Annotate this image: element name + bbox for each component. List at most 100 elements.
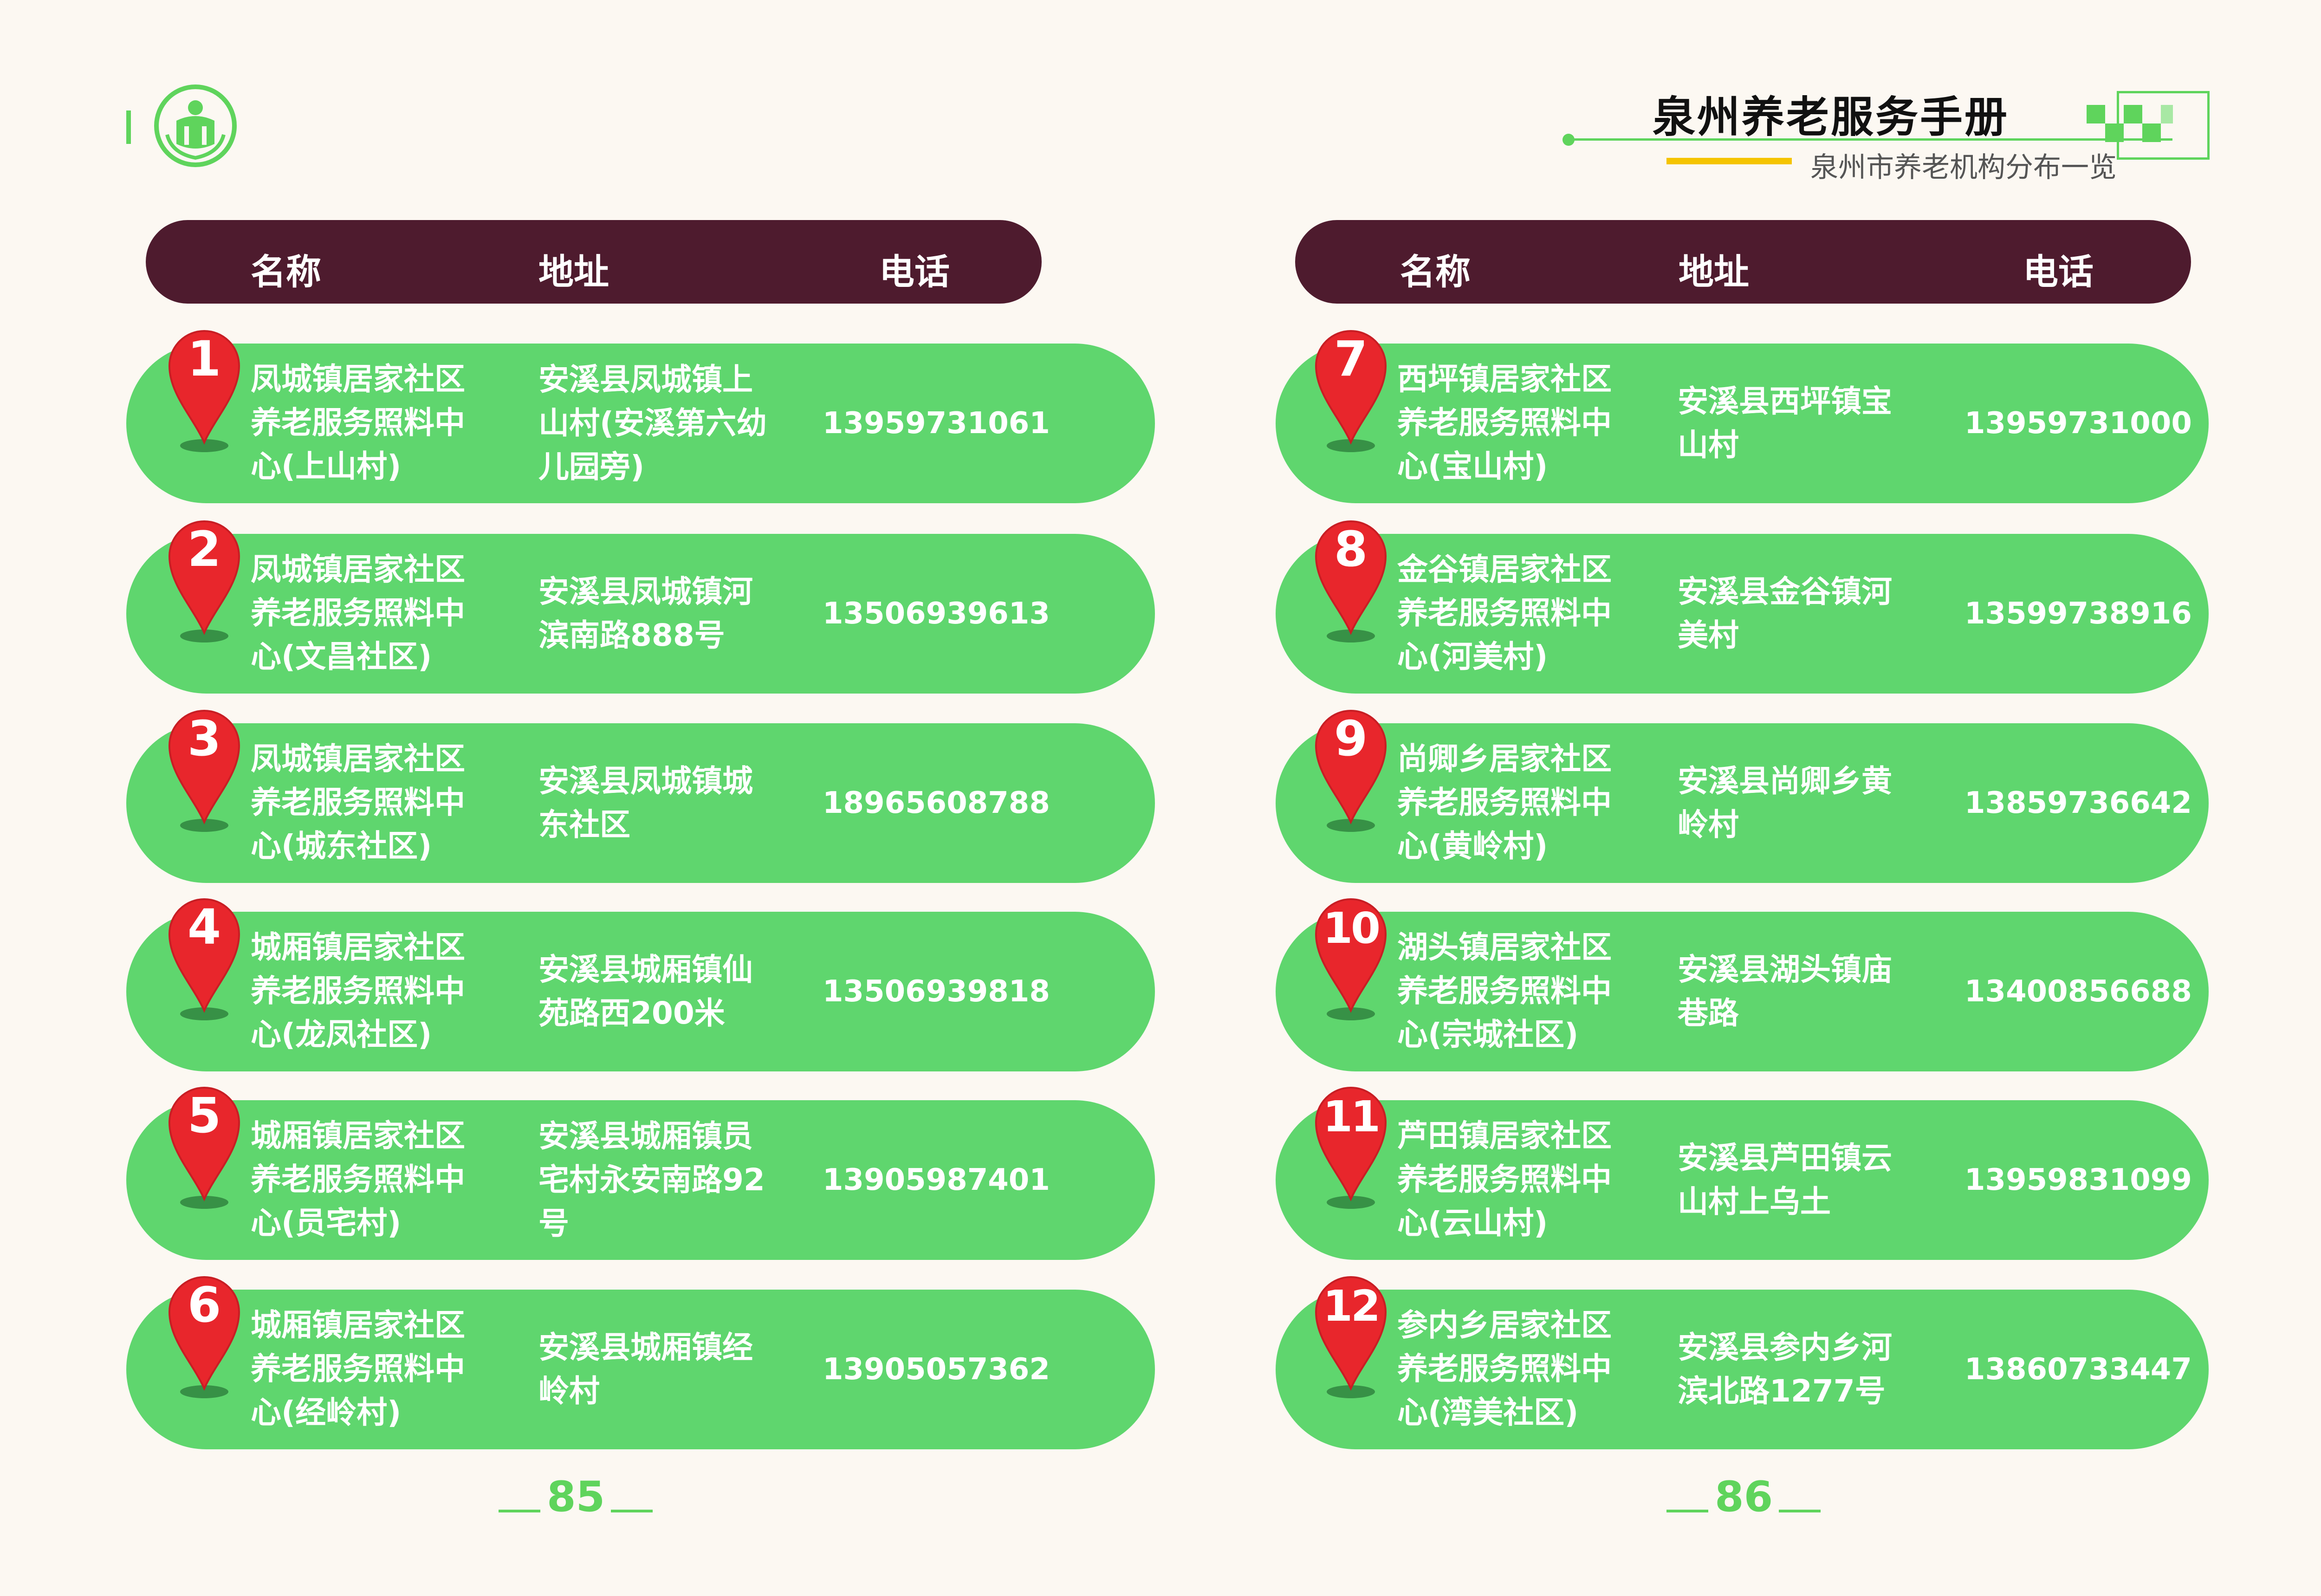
- column-phone-header: 电话: [2023, 251, 2094, 292]
- facility-phone: 13959731000: [1964, 406, 2192, 441]
- pin-number: 2: [187, 521, 221, 577]
- page-number-left: 85: [547, 1473, 605, 1521]
- facility-address-line: 儿园旁): [538, 449, 645, 485]
- pin-number: 3: [187, 710, 221, 767]
- facility-name: 芦田镇居家社区 养老服务照料中 心(云山村): [1397, 1114, 1612, 1245]
- map-pin-icon: 7: [1307, 324, 1400, 463]
- facility-address: 安溪县芦田镇云 山村上乌土: [1678, 1136, 1892, 1224]
- page-number-dash: [1666, 1510, 1708, 1512]
- facility-address-line: 山村: [1678, 427, 1739, 463]
- facility-phone: 18965608788: [823, 786, 1050, 820]
- left-table-header: 名称 地址 电话: [146, 220, 1042, 304]
- facility-name: 金谷镇居家社区 养老服务照料中 心(河美村): [1397, 548, 1612, 679]
- facility-name-line: 心(湾美社区): [1397, 1395, 1579, 1430]
- facility-name-line: 养老服务照料中: [1397, 1351, 1612, 1387]
- facility-name: 湖头镇居家社区 养老服务照料中 心(宗城社区): [1397, 926, 1612, 1057]
- facility-name: 凤城镇居家社区 养老服务照料中 心(上山村): [251, 357, 465, 488]
- facility-name-line: 养老服务照料中: [251, 595, 465, 631]
- facility-name-line: 养老服务照料中: [251, 405, 465, 441]
- column-name-header: 名称: [1400, 251, 1471, 292]
- facility-name-line: 金谷镇居家社区: [1397, 551, 1612, 587]
- facility-address-line: 滨南路888号: [538, 617, 725, 653]
- facility-phone: 13860733447: [1964, 1352, 2192, 1387]
- facility-address: 安溪县城厢镇仙 苑路西200米: [538, 948, 753, 1035]
- facility-address-line: 安溪县城厢镇仙: [538, 952, 753, 987]
- column-address-header: 地址: [538, 251, 609, 292]
- facility-name-line: 养老服务照料中: [1397, 1161, 1612, 1197]
- facility-address-line: 山村上乌土: [1678, 1184, 1831, 1220]
- map-pin-icon: 1: [160, 324, 253, 463]
- map-pin-icon: 3: [160, 704, 253, 843]
- facility-address: 安溪县参内乡河 滨北路1277号: [1678, 1326, 1892, 1413]
- title-accent-bar: [1666, 158, 1792, 164]
- facility-name-line: 养老服务照料中: [1397, 785, 1612, 820]
- facility-name: 凤城镇居家社区 养老服务照料中 心(城东社区): [251, 737, 465, 868]
- facility-address: 安溪县凤城镇城 东社区: [538, 759, 753, 847]
- facility-name-line: 养老服务照料中: [251, 973, 465, 1009]
- logo-accent-bar: [126, 110, 131, 144]
- pin-number: 5: [187, 1087, 221, 1144]
- facility-name-line: 心(宝山村): [1397, 448, 1548, 484]
- column-address-header: 地址: [1679, 251, 1749, 292]
- facility-phone: 13859736642: [1964, 786, 2192, 820]
- facility-name: 城厢镇居家社区 养老服务照料中 心(龙凤社区): [251, 926, 465, 1057]
- facility-name-line: 养老服务照料中: [1397, 973, 1612, 1009]
- facility-address-line: 安溪县金谷镇河: [1678, 574, 1892, 610]
- facility-name-line: 参内乡居家社区: [1397, 1307, 1612, 1343]
- facility-phone: 13905987401: [823, 1163, 1050, 1197]
- facility-address-line: 安溪县湖头镇庙: [1678, 952, 1892, 987]
- facility-phone: 13506939818: [823, 974, 1050, 1009]
- facility-address-line: 安溪县芦田镇云: [1678, 1140, 1892, 1176]
- title-divider: [1569, 138, 2172, 141]
- facility-name-line: 凤城镇居家社区: [251, 741, 465, 777]
- facility-phone: 13599738916: [1964, 597, 2192, 631]
- facility-address-line: 安溪县城厢镇经: [538, 1330, 753, 1365]
- facility-address: 安溪县凤城镇上 山村(安溪第六幼 儿园旁): [538, 358, 767, 489]
- facility-address-line: 安溪县西坪镇宝: [1678, 383, 1892, 419]
- facility-address-line: 苑路西200米: [538, 995, 725, 1031]
- column-name-header: 名称: [251, 251, 321, 292]
- pin-number: 10: [1323, 903, 1381, 953]
- facility-address: 安溪县湖头镇庙 巷路: [1678, 948, 1892, 1035]
- facility-address-line: 安溪县凤城镇城: [538, 763, 753, 799]
- facility-phone: 13905057362: [823, 1352, 1050, 1387]
- map-pin-icon: 2: [160, 514, 253, 654]
- facility-name-line: 心(员宅村): [251, 1205, 402, 1241]
- checker-decoration-icon: [2087, 91, 2210, 160]
- elderly-care-logo-icon: [153, 84, 238, 168]
- facility-address-line: 安溪县尚卿乡黄: [1678, 763, 1892, 799]
- facility-name: 参内乡居家社区 养老服务照料中 心(湾美社区): [1397, 1304, 1612, 1434]
- page-number-dash: [499, 1510, 540, 1512]
- map-pin-icon: 6: [160, 1270, 253, 1409]
- pin-number: 12: [1323, 1281, 1381, 1331]
- facility-address: 安溪县城厢镇经 岭村: [538, 1326, 753, 1413]
- facility-phone: 13959831099: [1964, 1163, 2192, 1197]
- facility-address: 安溪县尚卿乡黄 岭村: [1678, 759, 1892, 847]
- facility-name-line: 养老服务照料中: [1397, 405, 1612, 441]
- facility-address: 安溪县凤城镇河 滨南路888号: [538, 570, 753, 657]
- facility-phone: 13400856688: [1964, 974, 2192, 1009]
- page-number-dash: [611, 1510, 653, 1512]
- pin-number: 9: [1334, 710, 1368, 767]
- page-number-right: 86: [1715, 1473, 1773, 1521]
- facility-name-line: 养老服务照料中: [251, 785, 465, 820]
- handbook-subtitle: 泉州市养老机构分布一览: [1810, 151, 2117, 184]
- facility-address: 安溪县金谷镇河 美村: [1678, 570, 1892, 657]
- facility-name-line: 心(龙凤社区): [251, 1017, 432, 1052]
- facility-address-line: 安溪县凤城镇河: [538, 574, 753, 610]
- facility-name-line: 心(黄岭村): [1397, 828, 1548, 864]
- facility-name-line: 养老服务照料中: [1397, 595, 1612, 631]
- pin-number: 4: [187, 899, 221, 955]
- facility-address-line: 安溪县城厢镇员: [538, 1118, 753, 1154]
- facility-address-line: 岭村: [1678, 807, 1739, 843]
- facility-address-line: 岭村: [538, 1373, 600, 1409]
- facility-phone: 13506939613: [823, 597, 1050, 631]
- pin-number: 7: [1334, 331, 1368, 387]
- facility-name-line: 心(云山村): [1397, 1205, 1548, 1241]
- facility-address-line: 安溪县参内乡河: [1678, 1330, 1892, 1365]
- facility-name-line: 心(文昌社区): [251, 639, 432, 675]
- facility-name-line: 尚卿乡居家社区: [1397, 741, 1612, 777]
- page-number-dash: [1779, 1510, 1821, 1512]
- facility-name-line: 西坪镇居家社区: [1397, 361, 1612, 397]
- map-pin-icon: 5: [160, 1081, 253, 1220]
